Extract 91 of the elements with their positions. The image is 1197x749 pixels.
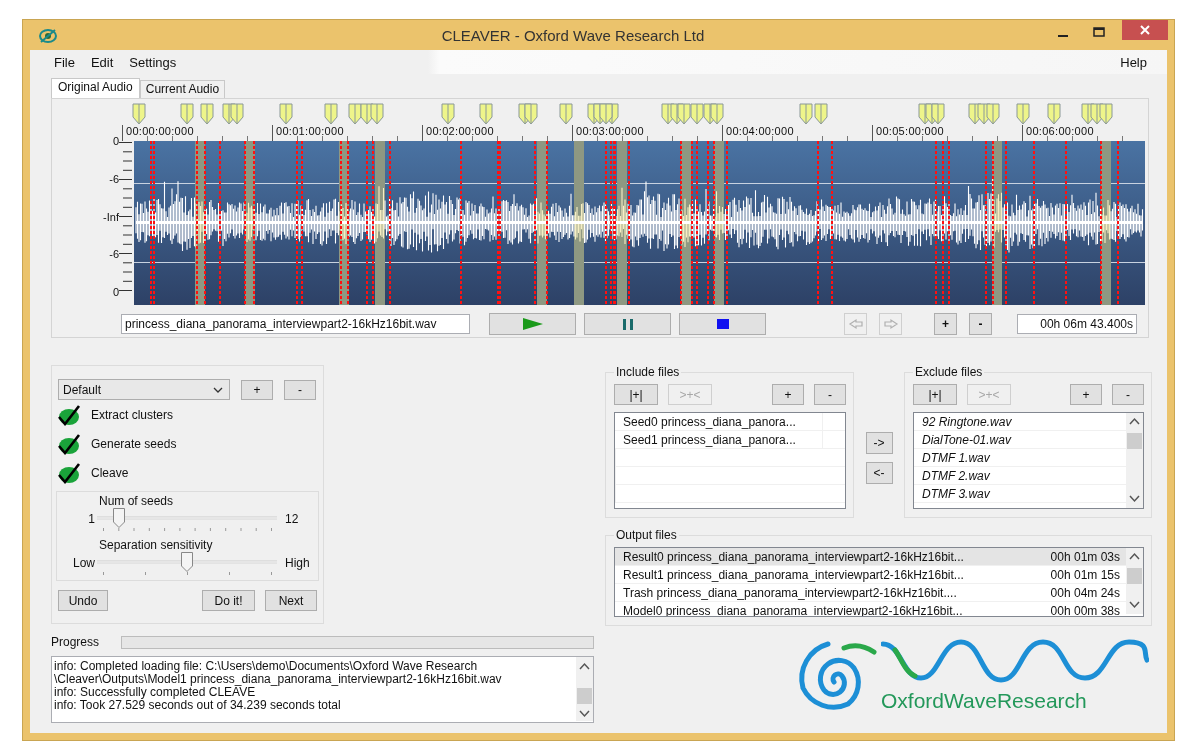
slider-thumb[interactable] [181,552,193,572]
tab[interactable]: Original Audio [51,78,140,98]
maximize-icon [1093,27,1105,37]
slider-label: Separation sensitivity [99,538,214,552]
group-title: Include files [615,365,681,379]
close-icon [1140,25,1150,35]
time-label: 00:06:00:000 [1026,125,1094,137]
minimize-icon [1058,35,1068,37]
list-button[interactable]: - [1112,384,1144,405]
output-row[interactable]: Trash princess_diana_panorama_interviewpart2-16kHz16bit.... 00h 04m 24s [615,584,1126,602]
time-label: 00:00:00:000 [126,125,195,137]
zoom-button[interactable]: - [969,313,992,335]
scrollbar [1126,548,1143,614]
list-button[interactable]: + [772,384,804,405]
slider-min-label: Low [72,556,96,570]
slider-max-label: 12 [285,512,299,526]
log-line: info: Successfully completed CLEAVE [54,686,256,699]
list-button[interactable]: + [1070,384,1102,405]
time-label: 00:02:00:000 [426,125,495,137]
duration-field: 00h 06m 43.400s [1017,314,1137,334]
list-item[interactable]: DialTone-01.wav [914,432,1126,447]
slider-max-label: High [285,556,310,570]
window-title: CLEAVER - Oxford Wave Research Ltd [440,26,706,44]
menu-item[interactable]: Settings [121,52,185,72]
preset-dropdown[interactable]: Default [58,379,230,400]
zoom-button[interactable]: + [934,313,957,335]
slider-label: Num of seeds [99,494,175,508]
level-label: -6 [109,248,119,262]
move-button[interactable]: -> [865,432,893,454]
pause-button[interactable] [584,313,671,335]
level-label: 0 [112,286,119,299]
checkbox[interactable] [57,461,81,484]
time-label: 00:03:00:000 [576,125,645,137]
slider-min-label: 1 [87,512,96,526]
level-label: 0 [112,135,119,148]
logo-text: OxfordWaveResearch [881,690,1088,712]
pause-icon [622,318,633,330]
file-name: Result0 princess_diana_panorama_interviewpart2-16kHz16bit... [622,549,965,564]
tab[interactable]: Current Audio [139,80,226,98]
progress-label: Progress [51,635,101,649]
checkbox-label: Cleave [91,465,129,480]
action-button[interactable]: Do it! [202,590,255,611]
stop-button[interactable] [679,313,766,335]
menu-item[interactable]: Help [1112,52,1155,72]
file-name-field[interactable]: princess_diana_panorama_interviewpart2-16kHz16bit.wav [121,314,470,334]
list-item[interactable]: DTMF 2.wav [914,468,1126,483]
log-line: info: Completed loading file: C:\Users\demo\Documents\Oxford Wave Research [54,660,479,673]
preset-button[interactable]: - [284,379,316,400]
output-row[interactable]: Result1 princess_diana_panorama_interviewpart2-16kHz16bit... 00h 01m 15s [615,566,1126,584]
file-duration: 00h 00m 38s [1049,603,1121,616]
time-label: 00:04:00:000 [726,125,795,137]
time-label: 00:05:00:000 [876,125,945,137]
level-label: -Inf [103,210,119,224]
caret-icon [213,386,223,393]
close-button[interactable] [1122,20,1168,40]
file-name: Result1 princess_diana_panorama_interviewpart2-16kHz16bit... [622,567,965,582]
list-button[interactable]: |+| [614,384,658,405]
time-label: 00:01:00:000 [276,125,345,137]
menu-item[interactable]: File [46,52,83,72]
group-title: Output files [615,528,678,542]
log-line: info: Took 27.529 seconds out of 34.239 seconds total [54,699,342,712]
list-item[interactable]: Seed0 princess_diana_panora... [615,414,822,429]
checkbox[interactable] [57,403,81,426]
action-button[interactable]: Next [265,590,317,611]
menu-item[interactable]: Edit [82,52,122,72]
file-name: Trash princess_diana_panorama_interviewpart2-16kHz16bit.... [622,585,958,600]
list-item[interactable]: 92 Ringtone.wav [914,414,1126,429]
stop-icon [716,319,729,329]
list-item[interactable]: DTMF 3.wav [914,486,1126,501]
list-button[interactable]: - [814,384,846,405]
checkbox[interactable] [57,432,81,455]
play-button[interactable] [489,313,576,335]
slider-thumb[interactable] [112,508,125,528]
scrollbar [576,657,593,721]
output-row[interactable]: Result0 princess_diana_panorama_interviewpart2-16kHz16bit... 00h 01m 03s [615,548,1126,566]
list-item[interactable]: Seed1 princess_diana_panora... [615,432,822,447]
checkbox-label: Generate seeds [91,436,177,451]
app-icon [38,27,58,45]
list-item[interactable]: DTMF 1.wav [914,450,1126,465]
log-line: \Cleaver\Outputs\Model1 princess_diana_panorama_interviewpart2-16kHz16bit.wav [54,673,503,686]
file-duration: 00h 01m 03s [1049,549,1121,564]
checkbox-label: Extract clusters [91,407,174,422]
group-title: Exclude files [914,365,984,379]
file-duration: 00h 01m 15s [1049,567,1121,582]
play-icon [522,318,543,330]
level-label: -6 [109,172,119,186]
list-button[interactable]: |+| [913,384,957,405]
move-button[interactable]: <- [865,462,893,484]
preset-button[interactable]: + [241,379,273,400]
action-button[interactable]: Undo [58,590,108,611]
file-duration: 00h 04m 24s [1049,585,1121,600]
